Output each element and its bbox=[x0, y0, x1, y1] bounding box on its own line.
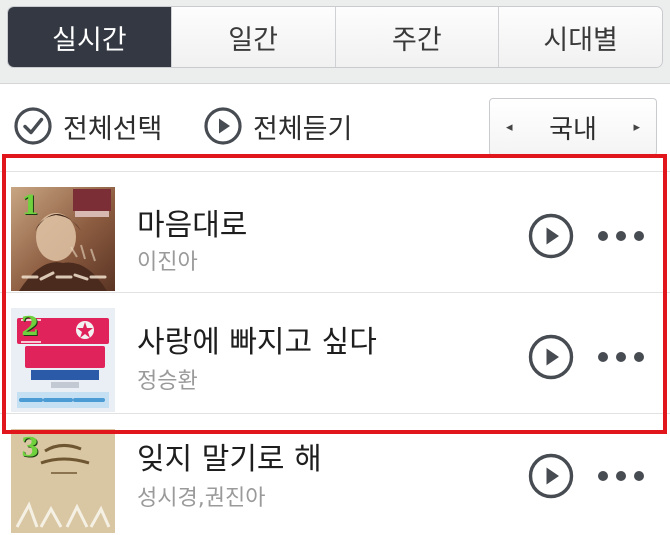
rank-number: 3 bbox=[21, 433, 40, 463]
song-row[interactable]: 1 마음대로 이진아 bbox=[0, 171, 670, 292]
album-art-3[interactable]: 3 bbox=[11, 429, 115, 533]
album-art-2[interactable]: 2 bbox=[11, 308, 115, 412]
more-dot bbox=[616, 352, 626, 362]
rank-number: 1 bbox=[21, 191, 40, 221]
song-artist[interactable]: 정승환 bbox=[137, 363, 198, 395]
play-circle-icon bbox=[528, 334, 574, 380]
song-row[interactable]: 3 잊지 말기로 해 성시경,권진아 bbox=[0, 413, 670, 534]
more-dot bbox=[598, 231, 608, 241]
play-all-button[interactable]: 전체듣기 bbox=[203, 104, 352, 148]
tab-weekly[interactable]: 주간 bbox=[334, 7, 499, 67]
period-tabs: 실시간 일간 주간 시대별 bbox=[7, 6, 663, 68]
region-selector[interactable]: ◂ 국내 ▸ bbox=[489, 98, 657, 156]
play-circle-icon bbox=[528, 453, 574, 499]
chevron-left-icon[interactable]: ◂ bbox=[506, 120, 513, 135]
play-circle-icon bbox=[203, 106, 243, 146]
chart-toolbar: 전체선택 전체듣기 ◂ 국내 ▸ bbox=[0, 84, 670, 164]
play-all-label: 전체듣기 bbox=[253, 113, 353, 145]
region-label: 국내 bbox=[549, 114, 597, 145]
more-options-button[interactable] bbox=[598, 466, 644, 486]
tab-daily[interactable]: 일간 bbox=[170, 7, 335, 67]
song-title[interactable]: 마음대로 bbox=[137, 200, 247, 244]
check-circle-icon bbox=[13, 106, 53, 146]
more-dot bbox=[598, 352, 608, 362]
play-circle-icon bbox=[528, 213, 574, 259]
more-dot bbox=[598, 471, 608, 481]
select-all-button[interactable]: 전체선택 bbox=[13, 104, 162, 148]
tab-by-era[interactable]: 시대별 bbox=[498, 7, 662, 67]
play-song-button[interactable] bbox=[527, 452, 575, 500]
more-dot bbox=[616, 231, 626, 241]
more-options-button[interactable] bbox=[598, 226, 644, 246]
more-dot bbox=[616, 471, 626, 481]
more-dot bbox=[634, 231, 644, 241]
more-dot bbox=[634, 352, 644, 362]
more-options-button[interactable] bbox=[598, 347, 644, 367]
rank-number: 2 bbox=[21, 312, 40, 342]
select-all-label: 전체선택 bbox=[63, 113, 163, 145]
song-title[interactable]: 사랑에 빠지고 싶다 bbox=[137, 317, 377, 361]
chart-period-tabbar: 실시간 일간 주간 시대별 bbox=[0, 0, 670, 84]
album-art-1[interactable]: 1 bbox=[11, 187, 115, 291]
play-song-button[interactable] bbox=[527, 212, 575, 260]
song-artist[interactable]: 성시경,권진아 bbox=[137, 480, 265, 512]
chevron-right-icon[interactable]: ▸ bbox=[633, 120, 640, 135]
play-song-button[interactable] bbox=[527, 333, 575, 381]
song-title[interactable]: 잊지 말기로 해 bbox=[137, 434, 322, 478]
song-row[interactable]: 2 사랑에 빠지고 싶다 정승환 bbox=[0, 292, 670, 413]
song-artist[interactable]: 이진아 bbox=[137, 244, 198, 276]
tab-realtime[interactable]: 실시간 bbox=[8, 7, 171, 67]
more-dot bbox=[634, 471, 644, 481]
